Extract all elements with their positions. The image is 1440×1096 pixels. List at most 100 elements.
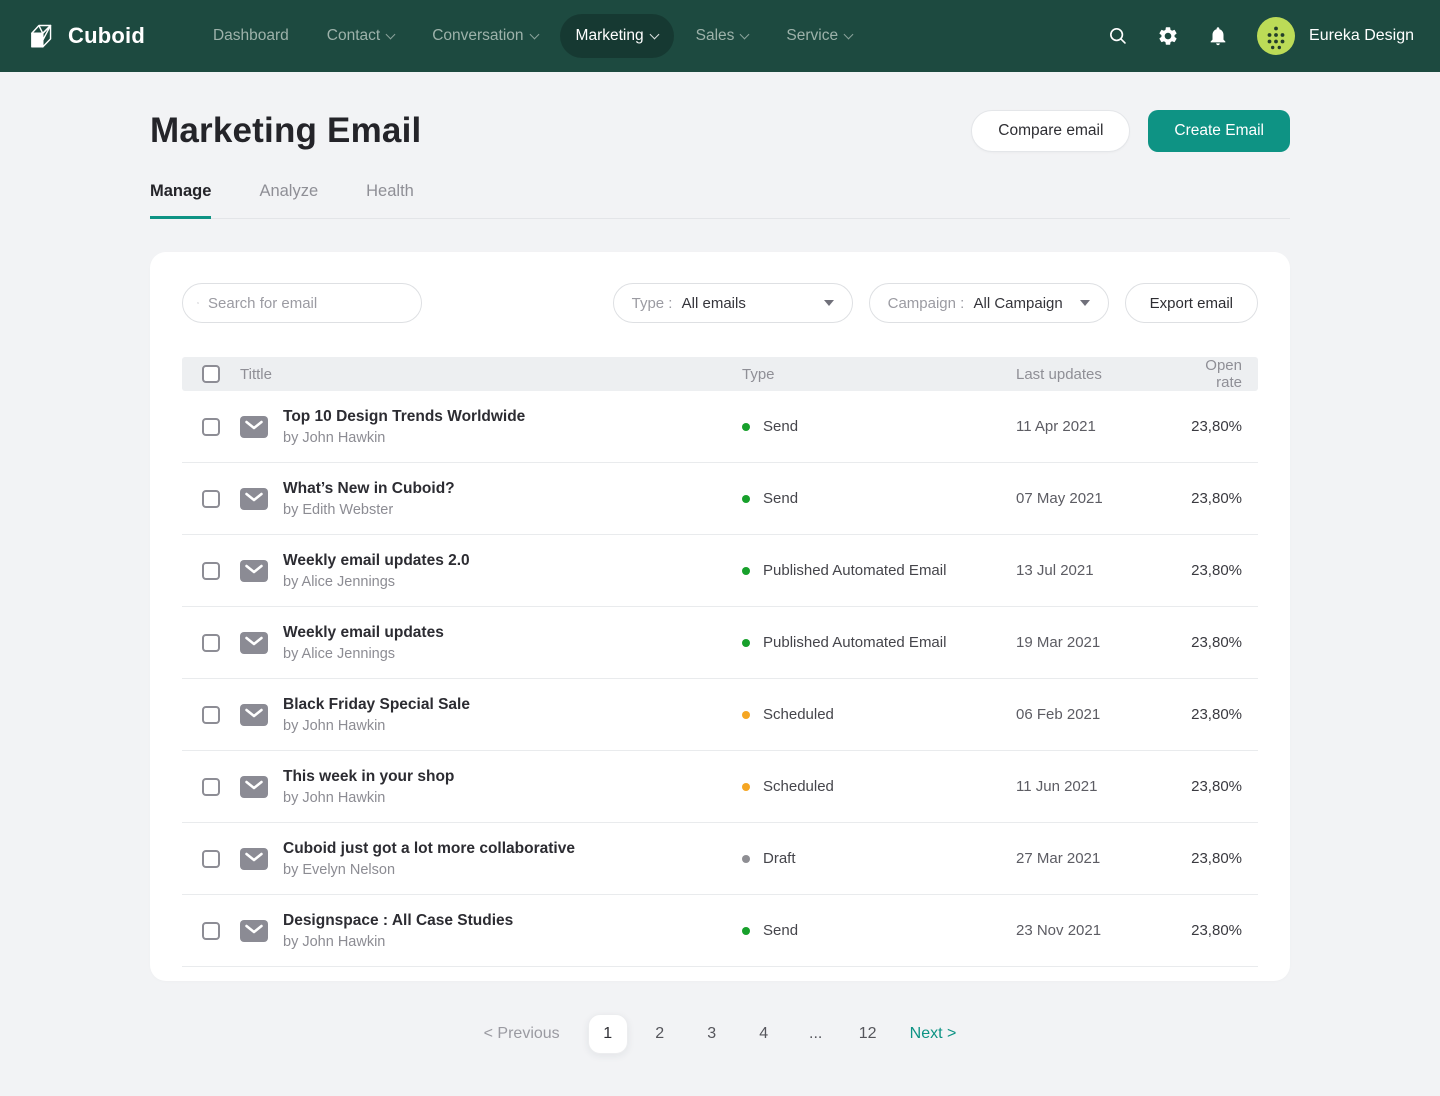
chevron-down-icon	[844, 30, 854, 40]
chevron-down-icon	[386, 30, 396, 40]
email-list-card: Type : All emails Campaign : All Campaig…	[150, 252, 1290, 981]
filter-row: Type : All emails Campaign : All Campaig…	[182, 283, 1258, 323]
table-row[interactable]: Cuboid just got a lot more collaborative…	[182, 823, 1258, 895]
page-button-2[interactable]: 2	[634, 1014, 686, 1054]
status-label: Scheduled	[763, 778, 834, 795]
open-rate: 23,80%	[1182, 778, 1242, 795]
page-title: Marketing Email	[150, 111, 421, 151]
email-icon	[240, 488, 268, 510]
user-menu[interactable]: Eureka Design	[1256, 16, 1414, 56]
nav-item-label: Contact	[327, 27, 380, 45]
row-checkbox[interactable]	[202, 778, 220, 796]
tab-health[interactable]: Health	[366, 182, 414, 219]
email-title[interactable]: Cuboid just got a lot more collaborative	[283, 840, 575, 858]
email-title[interactable]: Weekly email updates 2.0	[283, 552, 470, 570]
page-button-1[interactable]: 1	[588, 1014, 628, 1054]
nav-item-label: Dashboard	[213, 27, 289, 45]
user-name: Eureka Design	[1309, 27, 1414, 45]
status-label: Send	[763, 922, 798, 939]
email-title[interactable]: Weekly email updates	[283, 624, 444, 642]
header-title: Tittle	[240, 366, 272, 383]
previous-page-button[interactable]: < Previous	[484, 1025, 560, 1043]
search-icon	[197, 294, 199, 312]
bell-icon[interactable]	[1206, 24, 1230, 48]
nav-item-contact[interactable]: Contact	[311, 14, 410, 58]
nav-item-sales[interactable]: Sales	[680, 14, 765, 58]
table-row[interactable]: This week in your shop by John Hawkin Sc…	[182, 751, 1258, 823]
table-row[interactable]: Designspace : All Case Studies by John H…	[182, 895, 1258, 967]
status-label: Scheduled	[763, 706, 834, 723]
create-email-button[interactable]: Create Email	[1148, 110, 1290, 152]
email-search[interactable]	[182, 283, 422, 323]
table-row[interactable]: Black Friday Special Sale by John Hawkin…	[182, 679, 1258, 751]
nav-item-service[interactable]: Service	[770, 14, 868, 58]
row-checkbox[interactable]	[202, 922, 220, 940]
row-checkbox[interactable]	[202, 562, 220, 580]
open-rate: 23,80%	[1182, 922, 1242, 939]
export-email-button[interactable]: Export email	[1125, 283, 1258, 323]
topbar-actions: Eureka Design	[1106, 16, 1414, 56]
table-row[interactable]: Weekly email updates by Alice Jennings P…	[182, 607, 1258, 679]
tab-manage[interactable]: Manage	[150, 182, 211, 219]
table-row[interactable]: Weekly email updates 2.0 by Alice Jennin…	[182, 535, 1258, 607]
last-updated: 07 May 2021	[1016, 490, 1182, 507]
chevron-down-icon	[740, 30, 750, 40]
status-dot	[742, 927, 750, 935]
chevron-down-icon	[1080, 300, 1090, 306]
email-author: by Alice Jennings	[283, 574, 470, 590]
tab-analyze[interactable]: Analyze	[259, 182, 318, 219]
row-checkbox[interactable]	[202, 490, 220, 508]
gear-icon[interactable]	[1156, 24, 1180, 48]
page-button-4[interactable]: 4	[738, 1014, 790, 1054]
table-row[interactable]: Top 10 Design Trends Worldwide by John H…	[182, 391, 1258, 463]
row-checkbox[interactable]	[202, 850, 220, 868]
email-title[interactable]: This week in your shop	[283, 768, 454, 786]
compare-email-button[interactable]: Compare email	[971, 110, 1130, 152]
page-button-3[interactable]: 3	[686, 1014, 738, 1054]
campaign-filter-label: Campaign :	[888, 295, 969, 312]
last-updated: 19 Mar 2021	[1016, 634, 1182, 651]
status-label: Published Automated Email	[763, 562, 946, 579]
status-label: Send	[763, 418, 798, 435]
table-row[interactable]: What’s New in Cuboid? by Edith Webster S…	[182, 463, 1258, 535]
brand-logo[interactable]: Cuboid	[26, 21, 145, 52]
nav-item-conversation[interactable]: Conversation	[416, 14, 553, 58]
email-table-body: Top 10 Design Trends Worldwide by John H…	[182, 391, 1258, 967]
email-icon	[240, 848, 268, 870]
page-button-12[interactable]: 12	[842, 1014, 894, 1054]
search-icon[interactable]	[1106, 24, 1130, 48]
main-content: Marketing Email Compare email Create Ema…	[150, 110, 1290, 1054]
email-title[interactable]: Black Friday Special Sale	[283, 696, 470, 714]
row-checkbox[interactable]	[202, 634, 220, 652]
type-filter-value: All emails	[682, 295, 746, 312]
nav-item-label: Sales	[696, 27, 735, 45]
last-updated: 27 Mar 2021	[1016, 850, 1182, 867]
select-all-checkbox[interactable]	[202, 365, 220, 383]
nav-item-marketing[interactable]: Marketing	[560, 14, 674, 58]
main-nav: Dashboard Contact ConversationMarketing Sal…	[197, 14, 868, 58]
campaign-filter-dropdown[interactable]: Campaign : All Campaign	[869, 283, 1109, 323]
status-label: Published Automated Email	[763, 634, 946, 651]
status-dot	[742, 423, 750, 431]
email-title[interactable]: Top 10 Design Trends Worldwide	[283, 408, 525, 426]
avatar	[1256, 16, 1296, 56]
page-button-...[interactable]: ...	[790, 1014, 842, 1054]
search-input[interactable]	[208, 295, 407, 312]
email-icon	[240, 704, 268, 726]
email-icon	[240, 776, 268, 798]
email-author: by John Hawkin	[283, 934, 513, 950]
chevron-down-icon	[649, 30, 659, 40]
status-dot	[742, 567, 750, 575]
type-filter-label: Type :	[632, 295, 677, 312]
last-updated: 11 Jun 2021	[1016, 778, 1182, 795]
status-label: Draft	[763, 850, 796, 867]
row-checkbox[interactable]	[202, 418, 220, 436]
row-checkbox[interactable]	[202, 706, 220, 724]
next-page-button[interactable]: Next >	[910, 1025, 957, 1043]
email-title[interactable]: Designspace : All Case Studies	[283, 912, 513, 930]
nav-item-dashboard[interactable]: Dashboard	[197, 14, 305, 58]
email-icon	[240, 560, 268, 582]
type-filter-dropdown[interactable]: Type : All emails	[613, 283, 853, 323]
status-dot	[742, 639, 750, 647]
email-title[interactable]: What’s New in Cuboid?	[283, 480, 455, 498]
